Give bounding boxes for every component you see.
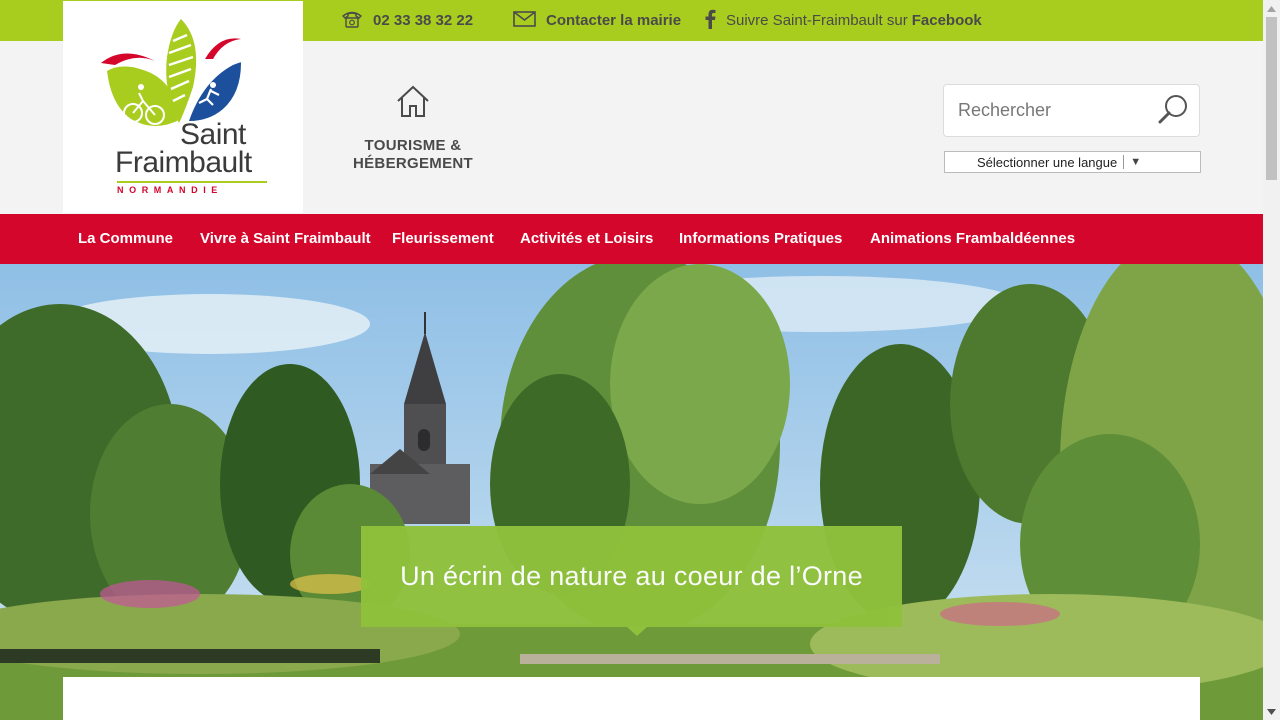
tourism-label-line2: HÉBERGEMENT: [353, 155, 473, 172]
search-input[interactable]: [958, 85, 1148, 136]
logo-rule: [117, 181, 267, 183]
nav-item-animations[interactable]: Animations Frambaldéennes: [870, 214, 1075, 264]
facebook-name: Facebook: [911, 12, 982, 29]
phone-link[interactable]: 02 33 38 32 22: [341, 0, 473, 41]
phone-icon: [341, 10, 373, 32]
hero-landscape-image: [0, 264, 1263, 720]
facebook-prefix: Suivre Saint-Fraimbault sur: [726, 12, 908, 29]
home-icon: [395, 85, 431, 123]
tagline-pointer: [626, 626, 648, 636]
language-label: Sélectionner une langue: [977, 154, 1118, 170]
nav-item-fleurissement[interactable]: Fleurissement: [392, 214, 494, 264]
hero-tagline: Un écrin de nature au coeur de l’Orne: [361, 526, 902, 627]
scrollbar-thumb[interactable]: [1266, 17, 1277, 180]
tourism-link[interactable]: TOURISME & HÉBERGEMENT: [340, 83, 486, 173]
facebook-icon: [704, 9, 726, 33]
nav-item-vivre[interactable]: Vivre à Saint Fraimbault: [200, 214, 371, 264]
search-button[interactable]: [1155, 93, 1191, 129]
language-select[interactable]: Sélectionner une langue ▼: [944, 151, 1201, 173]
nav-item-informations[interactable]: Informations Pratiques: [679, 214, 842, 264]
scrollbar[interactable]: [1263, 0, 1280, 720]
nav-item-activites[interactable]: Activités et Loisirs: [520, 214, 653, 264]
hero-image: [0, 264, 1263, 720]
language-separator: [1123, 155, 1125, 169]
contact-link[interactable]: Contacter la mairie: [513, 0, 681, 41]
hero-tagline-text: Un écrin de nature au coeur de l’Orne: [400, 561, 863, 591]
tourism-label: TOURISME & HÉBERGEMENT: [340, 137, 486, 173]
scroll-down-icon[interactable]: [1263, 703, 1280, 720]
mail-icon: [513, 10, 546, 31]
tourism-label-line1: TOURISME &: [364, 137, 462, 154]
logo-line2: Fraimbault: [115, 146, 252, 179]
content-card: [63, 677, 1200, 720]
phone-number: 02 33 38 32 22: [373, 12, 474, 29]
search-box: [943, 84, 1200, 137]
search-icon: [1157, 93, 1189, 130]
facebook-link[interactable]: Suivre Saint-Fraimbault sur Facebook: [704, 0, 982, 41]
nav-item-la-commune[interactable]: La Commune: [78, 214, 173, 264]
main-nav: La Commune Vivre à Saint Fraimbault Fleu…: [0, 214, 1263, 264]
dropdown-arrow-icon: ▼: [1130, 156, 1142, 168]
logo-region: NORMANDIE: [117, 185, 223, 195]
scroll-up-icon[interactable]: [1263, 0, 1280, 17]
contact-label: Contacter la mairie: [546, 12, 682, 29]
